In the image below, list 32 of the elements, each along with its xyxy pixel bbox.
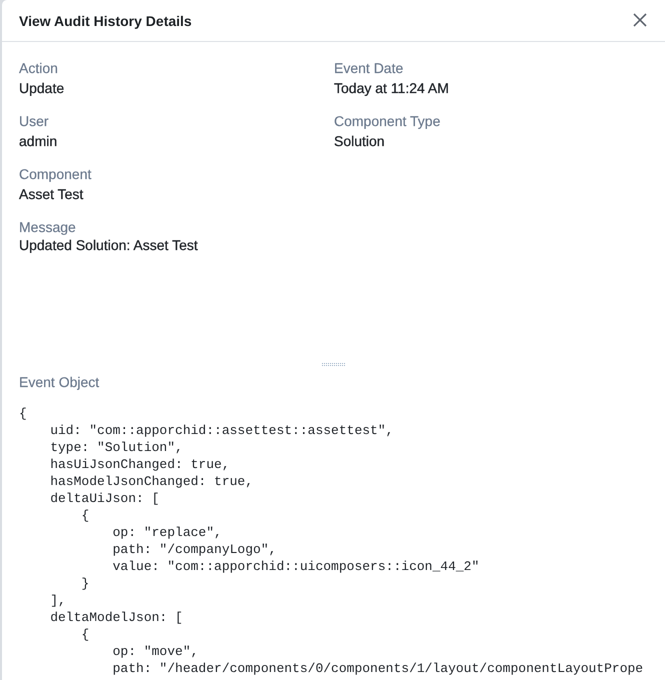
field-label: Event Date (334, 59, 404, 78)
close-icon (633, 12, 647, 26)
field-label: Action (19, 59, 58, 78)
code-line: { (19, 405, 27, 422)
field-value: admin (19, 132, 58, 151)
code-line: uid: "com::apporchid::assettest::assettest", (49, 422, 394, 439)
code-line: path: "/companyLogo", (112, 541, 276, 558)
code-line: hasModelJsonChanged: true, (49, 473, 254, 490)
field-label: Message (19, 218, 76, 237)
message-value: Updated Solution: Asset Test (19, 237, 198, 253)
code-line: { (80, 507, 90, 524)
field-value: Asset Test (19, 185, 84, 204)
section-label: Event Object (19, 373, 100, 392)
code-line: } (80, 575, 90, 592)
code-line: value: "com::apporchid::uicomposers::icon_44_2" (112, 558, 480, 575)
code-line: { (80, 626, 90, 643)
dialog-title: View Audit History Details (19, 12, 192, 28)
code-line: op: "move", (112, 643, 198, 660)
field-label: User (19, 112, 49, 131)
field-value: Solution (334, 132, 385, 151)
code-line: hasUiJsonChanged: true, (49, 456, 230, 473)
code-line: type: "Solution", (49, 439, 183, 456)
code-line: ], (49, 592, 66, 609)
field-label: Component Type (334, 112, 440, 131)
close-button[interactable] (633, 12, 647, 26)
field-label: Component (19, 165, 92, 184)
code-line: deltaModelJson: [ (49, 609, 183, 626)
field-value: Update (19, 79, 64, 98)
code-line: deltaUiJson: [ (49, 490, 160, 507)
code-line: path: "/header/components/0/components/1/layout/componentLayoutPrope (112, 660, 644, 677)
field-value: Today at 11:24 AM (334, 79, 449, 98)
code-line: op: "replace", (112, 524, 222, 541)
